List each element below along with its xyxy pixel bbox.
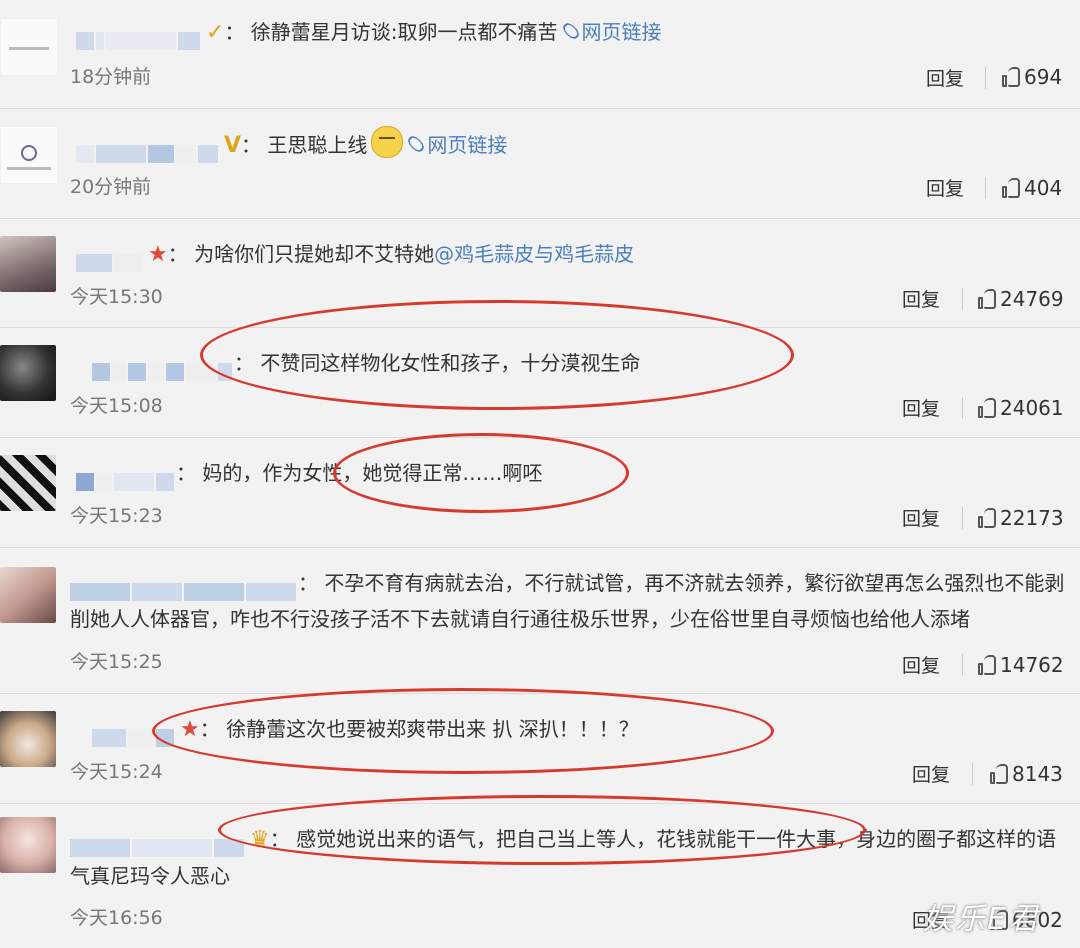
mention-link[interactable]: @鸡毛蒜皮与鸡毛蒜皮: [434, 242, 634, 266]
web-link[interactable]: 网页链接: [582, 20, 662, 44]
username-blurred[interactable]: [76, 135, 220, 163]
verified-badge-icon: V: [224, 133, 242, 158]
divider: [962, 507, 963, 529]
comment-item: ★： 为啥你们只提她却不艾特她@鸡毛蒜皮与鸡毛蒜皮 今天15:30 回复 247…: [0, 218, 1080, 328]
like-button[interactable]: 24769: [978, 287, 1064, 311]
like-count: 22173: [1000, 506, 1064, 530]
thumbs-up-icon: [978, 289, 996, 309]
like-button[interactable]: 404: [1002, 176, 1062, 200]
comment-text-line: ★： 为啥你们只提她却不艾特她@鸡毛蒜皮与鸡毛蒜皮: [76, 236, 1076, 273]
comment-text: 徐静蕾星月访谈:取卵一点都不痛苦: [250, 20, 558, 44]
divider: [962, 397, 963, 419]
comment-text-line: ： 不赞同这样物化女性和孩子，十分漠视生命: [76, 345, 1076, 381]
comment-text: 为啥你们只提她却不艾特她: [194, 242, 435, 266]
like-button[interactable]: 14762: [978, 653, 1064, 677]
like-button[interactable]: 22173: [978, 506, 1064, 530]
like-count: 8143: [1012, 762, 1063, 786]
link-icon: [406, 133, 427, 155]
comment-text: 徐静蕾这次也要被郑爽带出来 扒 深扒！！！？: [226, 717, 639, 741]
reply-button[interactable]: 回复: [926, 64, 964, 91]
comment-time: 今天15:23: [70, 505, 163, 527]
username-blurred[interactable]: [76, 463, 176, 491]
reply-button[interactable]: 回复: [902, 394, 940, 421]
comment-item: ♛： 感觉她说出来的语气，把自己当上等人，花钱就能干一件大事，身边的圈子都这样的…: [0, 803, 1080, 948]
thumbs-up-icon: [1002, 178, 1020, 198]
web-link[interactable]: 网页链接: [427, 133, 507, 157]
comment-item: ✓： 徐静蕾星月访谈:取卵一点都不痛苦 网页链接 18分钟前 回复 694: [0, 0, 1080, 109]
reply-button[interactable]: 回复: [902, 285, 940, 312]
comment-time: 今天15:25: [70, 651, 163, 673]
username-blurred[interactable]: [92, 353, 234, 381]
comment-text: 王思聪上线: [267, 133, 368, 157]
avatar[interactable]: [0, 817, 56, 873]
comment-item: V： 王思聪上线 网页链接 20分钟前 回复 404: [0, 108, 1080, 219]
comment-text-line: ： 妈的，作为女性，她觉得正常……啊呸: [76, 455, 1076, 491]
comment-time: 18分钟前: [70, 66, 152, 88]
comment-text-line: ： 不孕不育有病就去治，不行就试管，再不济就去领养，繁衍欲望再怎么强烈也不能剥削…: [70, 571, 1065, 631]
avatar[interactable]: [0, 455, 56, 511]
username-blurred[interactable]: [76, 22, 202, 50]
reply-button[interactable]: 回复: [902, 504, 940, 531]
avatar[interactable]: [0, 18, 58, 76]
comment-time: 今天16:56: [70, 907, 163, 929]
comment-time: 20分钟前: [70, 176, 152, 198]
avatar[interactable]: [0, 236, 56, 292]
watermark: 娱乐E君: [923, 902, 1040, 937]
username-blurred[interactable]: [76, 244, 144, 272]
comment-text-line: ♛： 感觉她说出来的语气，把自己当上等人，花钱就能干一件大事，身边的圈子都这样的…: [70, 827, 1057, 888]
comment-text: 不赞同这样物化女性和孩子，十分漠视生命: [260, 351, 641, 375]
thumbs-up-icon: [978, 655, 996, 675]
username-blurred[interactable]: [70, 573, 298, 601]
verified-badge-icon: ✓: [206, 20, 225, 45]
thumbs-up-icon: [1002, 67, 1020, 87]
comment-item: ： 不孕不育有病就去治，不行就试管，再不济就去领养，繁衍欲望再怎么强烈也不能剥削…: [0, 547, 1080, 694]
like-button[interactable]: 8143: [990, 762, 1063, 786]
emoji-icon: [371, 126, 404, 158]
divider: [972, 763, 973, 785]
like-button[interactable]: 694: [1002, 65, 1062, 89]
comment-time: 今天15:30: [70, 286, 163, 308]
like-count: 24769: [1000, 287, 1064, 311]
reply-button[interactable]: 回复: [912, 760, 950, 787]
username-blurred[interactable]: [92, 719, 176, 747]
comment-text: 妈的，作为女性，她觉得正常……啊呸: [202, 461, 543, 485]
divider: [962, 288, 963, 310]
like-count: 404: [1024, 176, 1063, 200]
divider: [985, 67, 986, 89]
star-badge-icon: ★: [180, 717, 200, 742]
comment-time: 今天15:24: [70, 761, 163, 783]
comment-item: ： 不赞同这样物化女性和孩子，十分漠视生命 今天15:08 回复 24061: [0, 327, 1080, 438]
avatar[interactable]: [0, 711, 56, 767]
comment-time: 今天15:08: [70, 395, 163, 417]
thumbs-up-icon: [990, 764, 1008, 784]
like-count: 694: [1024, 65, 1063, 89]
avatar[interactable]: [0, 567, 56, 623]
divider: [962, 654, 963, 676]
comment-text-line: ★： 徐静蕾这次也要被郑爽带出来 扒 深扒！！！？: [76, 711, 1076, 748]
reply-button[interactable]: 回复: [902, 651, 940, 678]
star-badge-icon: ★: [148, 242, 168, 267]
divider: [985, 177, 986, 199]
avatar[interactable]: [0, 345, 56, 401]
thumbs-up-icon: [978, 398, 996, 418]
username-blurred[interactable]: [70, 829, 246, 857]
like-count: 14762: [1000, 653, 1064, 677]
comment-text-line: ✓： 徐静蕾星月访谈:取卵一点都不痛苦 网页链接: [76, 14, 1076, 51]
comment-item: ： 妈的，作为女性，她觉得正常……啊呸 今天15:23 回复 22173: [0, 437, 1080, 548]
link-icon: [560, 20, 581, 42]
thumbs-up-icon: [978, 508, 996, 528]
comment-text-line: V： 王思聪上线 网页链接: [76, 126, 1076, 164]
comment-item: ★： 徐静蕾这次也要被郑爽带出来 扒 深扒！！！？ 今天15:24 回复 814…: [0, 693, 1080, 804]
like-count: 24061: [1000, 396, 1064, 420]
reply-button[interactable]: 回复: [926, 174, 964, 201]
like-button[interactable]: 24061: [978, 396, 1064, 420]
crown-badge-icon: ♛: [250, 827, 270, 852]
avatar[interactable]: [0, 126, 58, 184]
